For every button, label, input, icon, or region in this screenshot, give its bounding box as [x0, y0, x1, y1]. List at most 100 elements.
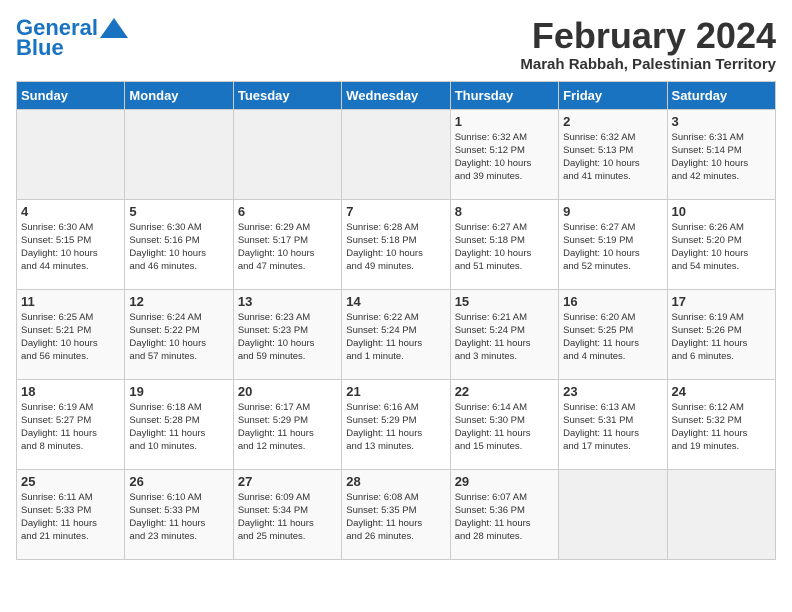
day-info: Sunrise: 6:19 AMSunset: 5:26 PMDaylight:…: [672, 311, 771, 364]
day-number: 17: [672, 294, 771, 309]
calendar-table: SundayMondayTuesdayWednesdayThursdayFrid…: [16, 81, 776, 560]
calendar-day-cell: [125, 109, 233, 199]
calendar-day-cell: 20 Sunrise: 6:17 AMSunset: 5:29 PMDayligh…: [233, 379, 341, 469]
day-number: 9: [563, 204, 662, 219]
day-number: 14: [346, 294, 445, 309]
day-info: Sunrise: 6:22 AMSunset: 5:24 PMDaylight:…: [346, 311, 445, 364]
calendar-week-row: 25 Sunrise: 6:11 AMSunset: 5:33 PMDayligh…: [17, 469, 776, 559]
calendar-day-cell: 2 Sunrise: 6:32 AMSunset: 5:13 PMDaylight…: [559, 109, 667, 199]
day-info: Sunrise: 6:32 AMSunset: 5:12 PMDaylight:…: [455, 131, 554, 184]
calendar-header-cell: Tuesday: [233, 81, 341, 109]
day-info: Sunrise: 6:28 AMSunset: 5:18 PMDaylight:…: [346, 221, 445, 274]
day-info: Sunrise: 6:09 AMSunset: 5:34 PMDaylight:…: [238, 491, 337, 544]
day-number: 13: [238, 294, 337, 309]
calendar-day-cell: 25 Sunrise: 6:11 AMSunset: 5:33 PMDayligh…: [17, 469, 125, 559]
day-number: 28: [346, 474, 445, 489]
calendar-day-cell: 3 Sunrise: 6:31 AMSunset: 5:14 PMDaylight…: [667, 109, 775, 199]
day-number: 6: [238, 204, 337, 219]
calendar-day-cell: 17 Sunrise: 6:19 AMSunset: 5:26 PMDayligh…: [667, 289, 775, 379]
day-info: Sunrise: 6:26 AMSunset: 5:20 PMDaylight:…: [672, 221, 771, 274]
day-info: Sunrise: 6:19 AMSunset: 5:27 PMDaylight:…: [21, 401, 120, 454]
day-number: 5: [129, 204, 228, 219]
calendar-day-cell: [667, 469, 775, 559]
day-info: Sunrise: 6:18 AMSunset: 5:28 PMDaylight:…: [129, 401, 228, 454]
day-info: Sunrise: 6:27 AMSunset: 5:19 PMDaylight:…: [563, 221, 662, 274]
calendar-day-cell: 19Sunrise: 6:18 AMSunset: 5:28 PMDayligh…: [125, 379, 233, 469]
calendar-day-cell: 11 Sunrise: 6:25 AMSunset: 5:21 PMDayligh…: [17, 289, 125, 379]
day-info: Sunrise: 6:24 AMSunset: 5:22 PMDaylight:…: [129, 311, 228, 364]
day-number: 20: [238, 384, 337, 399]
day-info: Sunrise: 6:29 AMSunset: 5:17 PMDaylight:…: [238, 221, 337, 274]
calendar-day-cell: 22Sunrise: 6:14 AMSunset: 5:30 PMDayligh…: [450, 379, 558, 469]
day-number: 27: [238, 474, 337, 489]
calendar-week-row: 4 Sunrise: 6:30 AMSunset: 5:15 PMDaylight…: [17, 199, 776, 289]
day-info: Sunrise: 6:07 AMSunset: 5:36 PMDaylight:…: [455, 491, 554, 544]
page-header: General Blue February 2024 Marah Rabbah,…: [16, 16, 776, 73]
day-number: 7: [346, 204, 445, 219]
calendar-day-cell: 5 Sunrise: 6:30 AMSunset: 5:16 PMDaylight…: [125, 199, 233, 289]
day-info: Sunrise: 6:20 AMSunset: 5:25 PMDaylight:…: [563, 311, 662, 364]
calendar-day-cell: [233, 109, 341, 199]
calendar-day-cell: [342, 109, 450, 199]
day-info: Sunrise: 6:11 AMSunset: 5:33 PMDaylight:…: [21, 491, 120, 544]
day-info: Sunrise: 6:23 AMSunset: 5:23 PMDaylight:…: [238, 311, 337, 364]
day-number: 23: [563, 384, 662, 399]
calendar-day-cell: [17, 109, 125, 199]
calendar-day-cell: 9 Sunrise: 6:27 AMSunset: 5:19 PMDaylight…: [559, 199, 667, 289]
day-number: 4: [21, 204, 120, 219]
day-number: 10: [672, 204, 771, 219]
calendar-day-cell: 18 Sunrise: 6:19 AMSunset: 5:27 PMDayligh…: [17, 379, 125, 469]
day-info: Sunrise: 6:25 AMSunset: 5:21 PMDaylight:…: [21, 311, 120, 364]
day-info: Sunrise: 6:30 AMSunset: 5:16 PMDaylight:…: [129, 221, 228, 274]
day-info: Sunrise: 6:16 AMSunset: 5:29 PMDaylight:…: [346, 401, 445, 454]
day-info: Sunrise: 6:31 AMSunset: 5:14 PMDaylight:…: [672, 131, 771, 184]
calendar-week-row: 1 Sunrise: 6:32 AMSunset: 5:12 PMDaylight…: [17, 109, 776, 199]
day-number: 18: [21, 384, 120, 399]
day-number: 12: [129, 294, 228, 309]
day-number: 3: [672, 114, 771, 129]
day-info: Sunrise: 6:21 AMSunset: 5:24 PMDaylight:…: [455, 311, 554, 364]
logo: General Blue: [16, 16, 128, 60]
calendar-day-cell: 6 Sunrise: 6:29 AMSunset: 5:17 PMDaylight…: [233, 199, 341, 289]
calendar-day-cell: 13 Sunrise: 6:23 AMSunset: 5:23 PMDayligh…: [233, 289, 341, 379]
calendar-day-cell: 12 Sunrise: 6:24 AMSunset: 5:22 PMDayligh…: [125, 289, 233, 379]
calendar-header-cell: Saturday: [667, 81, 775, 109]
day-info: Sunrise: 6:17 AMSunset: 5:29 PMDaylight:…: [238, 401, 337, 454]
day-number: 24: [672, 384, 771, 399]
day-number: 1: [455, 114, 554, 129]
calendar-header-cell: Wednesday: [342, 81, 450, 109]
day-info: Sunrise: 6:32 AMSunset: 5:13 PMDaylight:…: [563, 131, 662, 184]
calendar-header-cell: Monday: [125, 81, 233, 109]
calendar-day-cell: 4 Sunrise: 6:30 AMSunset: 5:15 PMDaylight…: [17, 199, 125, 289]
calendar-day-cell: 27 Sunrise: 6:09 AMSunset: 5:34 PMDayligh…: [233, 469, 341, 559]
day-info: Sunrise: 6:10 AMSunset: 5:33 PMDaylight:…: [129, 491, 228, 544]
calendar-week-row: 11 Sunrise: 6:25 AMSunset: 5:21 PMDayligh…: [17, 289, 776, 379]
day-info: Sunrise: 6:27 AMSunset: 5:18 PMDaylight:…: [455, 221, 554, 274]
calendar-header-cell: Sunday: [17, 81, 125, 109]
day-number: 11: [21, 294, 120, 309]
calendar-week-row: 18 Sunrise: 6:19 AMSunset: 5:27 PMDayligh…: [17, 379, 776, 469]
day-number: 15: [455, 294, 554, 309]
day-number: 22: [455, 384, 554, 399]
day-number: 2: [563, 114, 662, 129]
logo-blue-text: Blue: [16, 35, 64, 60]
calendar-day-cell: 23 Sunrise: 6:13 AMSunset: 5:31 PMDayligh…: [559, 379, 667, 469]
month-title: February 2024: [520, 16, 776, 56]
calendar-day-cell: 21Sunrise: 6:16 AMSunset: 5:29 PMDayligh…: [342, 379, 450, 469]
calendar-day-cell: 10 Sunrise: 6:26 AMSunset: 5:20 PMDayligh…: [667, 199, 775, 289]
calendar-day-cell: 29Sunrise: 6:07 AMSunset: 5:36 PMDayligh…: [450, 469, 558, 559]
day-info: Sunrise: 6:08 AMSunset: 5:35 PMDaylight:…: [346, 491, 445, 544]
calendar-day-cell: 1 Sunrise: 6:32 AMSunset: 5:12 PMDaylight…: [450, 109, 558, 199]
day-number: 26: [129, 474, 228, 489]
day-info: Sunrise: 6:30 AMSunset: 5:15 PMDaylight:…: [21, 221, 120, 274]
logo-icon: [100, 18, 128, 38]
calendar-day-cell: 15 Sunrise: 6:21 AMSunset: 5:24 PMDayligh…: [450, 289, 558, 379]
day-info: Sunrise: 6:13 AMSunset: 5:31 PMDaylight:…: [563, 401, 662, 454]
calendar-day-cell: 14 Sunrise: 6:22 AMSunset: 5:24 PMDayligh…: [342, 289, 450, 379]
calendar-body: 1 Sunrise: 6:32 AMSunset: 5:12 PMDaylight…: [17, 109, 776, 559]
calendar-day-cell: 28 Sunrise: 6:08 AMSunset: 5:35 PMDayligh…: [342, 469, 450, 559]
day-number: 8: [455, 204, 554, 219]
calendar-day-cell: [559, 469, 667, 559]
day-number: 25: [21, 474, 120, 489]
day-number: 16: [563, 294, 662, 309]
